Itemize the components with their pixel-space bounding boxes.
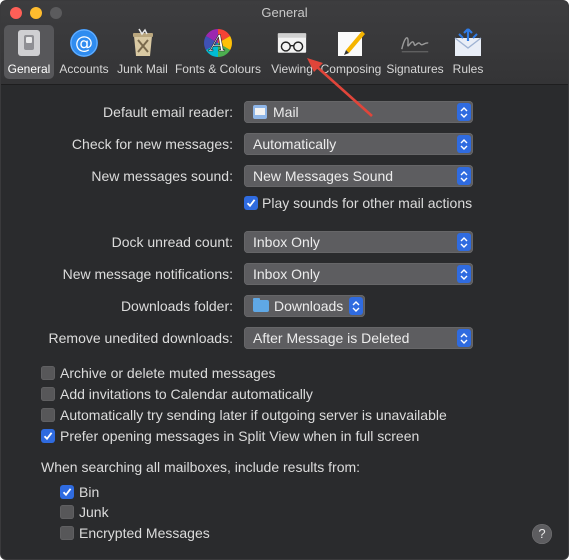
new-message-notifications-label: New message notifications:: [62, 266, 233, 282]
split-view-checkbox[interactable]: [41, 429, 55, 443]
new-message-notifications-popup[interactable]: Inbox Only: [244, 263, 473, 285]
downloads-folder-popup[interactable]: Downloads: [244, 295, 365, 317]
tab-general[interactable]: General: [4, 25, 54, 79]
tab-accounts[interactable]: @ Accounts: [54, 25, 114, 79]
search-encrypted-checkbox[interactable]: [60, 526, 74, 540]
search-bin-label: Bin: [79, 484, 100, 500]
preferences-toolbar: General @ Accounts Junk Mail A Fonts & C…: [4, 25, 489, 81]
tab-viewing-label: Viewing: [271, 62, 313, 76]
check-new-messages-value: Automatically: [253, 136, 337, 152]
tab-junk-mail[interactable]: Junk Mail: [114, 25, 171, 79]
play-sounds-label: Play sounds for other mail actions: [262, 195, 473, 211]
tab-composing-label: Composing: [320, 62, 382, 76]
help-button[interactable]: ?: [532, 524, 552, 544]
fonts-colours-icon: A: [203, 28, 233, 58]
tab-signatures[interactable]: Signatures: [383, 25, 447, 79]
chevron-updown-icon: [349, 297, 363, 315]
new-messages-sound-label: New messages sound:: [91, 168, 233, 184]
check-new-messages-popup[interactable]: Automatically: [244, 133, 473, 155]
tab-rules[interactable]: Rules: [447, 25, 489, 79]
downloads-folder-label: Downloads folder:: [120, 298, 233, 314]
downloads-folder-value: Downloads: [274, 298, 344, 314]
tab-rules-label: Rules: [452, 62, 484, 76]
chevron-updown-icon: [457, 135, 471, 153]
chevron-updown-icon: [457, 167, 471, 185]
remove-unedited-downloads-value: After Message is Deleted: [253, 330, 410, 346]
chevron-updown-icon: [457, 265, 471, 283]
tab-viewing[interactable]: Viewing: [265, 25, 319, 79]
tab-signatures-label: Signatures: [386, 62, 444, 76]
play-sounds-checkbox[interactable]: [244, 196, 258, 210]
tab-fonts-colours[interactable]: A Fonts & Colours: [171, 25, 265, 79]
check-new-messages-label: Check for new messages:: [71, 136, 233, 152]
preferences-window: General General @ Accounts Junk Mail A F…: [0, 0, 569, 560]
tab-general-label: General: [7, 62, 51, 76]
window-title: General: [261, 5, 308, 20]
titlebar: General General @ Accounts Junk Mail A F…: [1, 1, 568, 85]
send-later-label: Automatically try sending later if outgo…: [60, 407, 447, 423]
svg-text:@: @: [75, 33, 93, 54]
glasses-icon: [277, 28, 307, 58]
general-switch-icon: [14, 28, 44, 58]
tab-composing[interactable]: Composing: [319, 25, 383, 79]
junk-bin-icon: [128, 28, 158, 58]
default-email-reader-popup[interactable]: Mail: [244, 101, 473, 123]
new-message-notifications-value: Inbox Only: [253, 266, 320, 282]
default-email-reader-label: Default email reader:: [103, 104, 233, 120]
tab-junk-mail-label: Junk Mail: [117, 62, 168, 76]
rules-envelope-icon: [453, 28, 483, 58]
new-messages-sound-value: New Messages Sound: [253, 168, 394, 184]
default-email-reader-value: Mail: [273, 104, 299, 120]
split-view-label: Prefer opening messages in Split View wh…: [60, 428, 420, 444]
chevron-updown-icon: [457, 233, 471, 251]
search-junk-checkbox[interactable]: [60, 505, 74, 519]
svg-text:A: A: [208, 32, 226, 57]
dock-unread-count-label: Dock unread count:: [111, 234, 233, 250]
chevron-updown-icon: [457, 103, 471, 121]
dock-unread-count-value: Inbox Only: [253, 234, 320, 250]
folder-icon: [253, 298, 269, 312]
tab-fonts-colours-label: Fonts & Colours: [174, 62, 262, 76]
remove-unedited-downloads-label: Remove unedited downloads:: [48, 330, 233, 346]
add-invitations-label: Add invitations to Calendar automaticall…: [60, 386, 313, 402]
new-messages-sound-popup[interactable]: New Messages Sound: [244, 165, 473, 187]
at-sign-icon: @: [69, 28, 99, 58]
search-encrypted-label: Encrypted Messages: [79, 525, 210, 541]
dock-unread-count-popup[interactable]: Inbox Only: [244, 231, 473, 253]
archive-muted-checkbox[interactable]: [41, 366, 55, 380]
tab-accounts-label: Accounts: [59, 62, 109, 76]
pencil-paper-icon: [336, 28, 366, 58]
archive-muted-label: Archive or delete muted messages: [60, 365, 276, 381]
mail-app-icon: [253, 105, 267, 119]
send-later-checkbox[interactable]: [41, 408, 55, 422]
chevron-updown-icon: [457, 329, 471, 347]
search-bin-checkbox[interactable]: [60, 485, 74, 499]
search-junk-label: Junk: [79, 504, 109, 520]
signature-icon: [400, 28, 430, 58]
remove-unedited-downloads-popup[interactable]: After Message is Deleted: [244, 327, 473, 349]
search-include-heading: When searching all mailboxes, include re…: [41, 459, 361, 475]
add-invitations-checkbox[interactable]: [41, 387, 55, 401]
